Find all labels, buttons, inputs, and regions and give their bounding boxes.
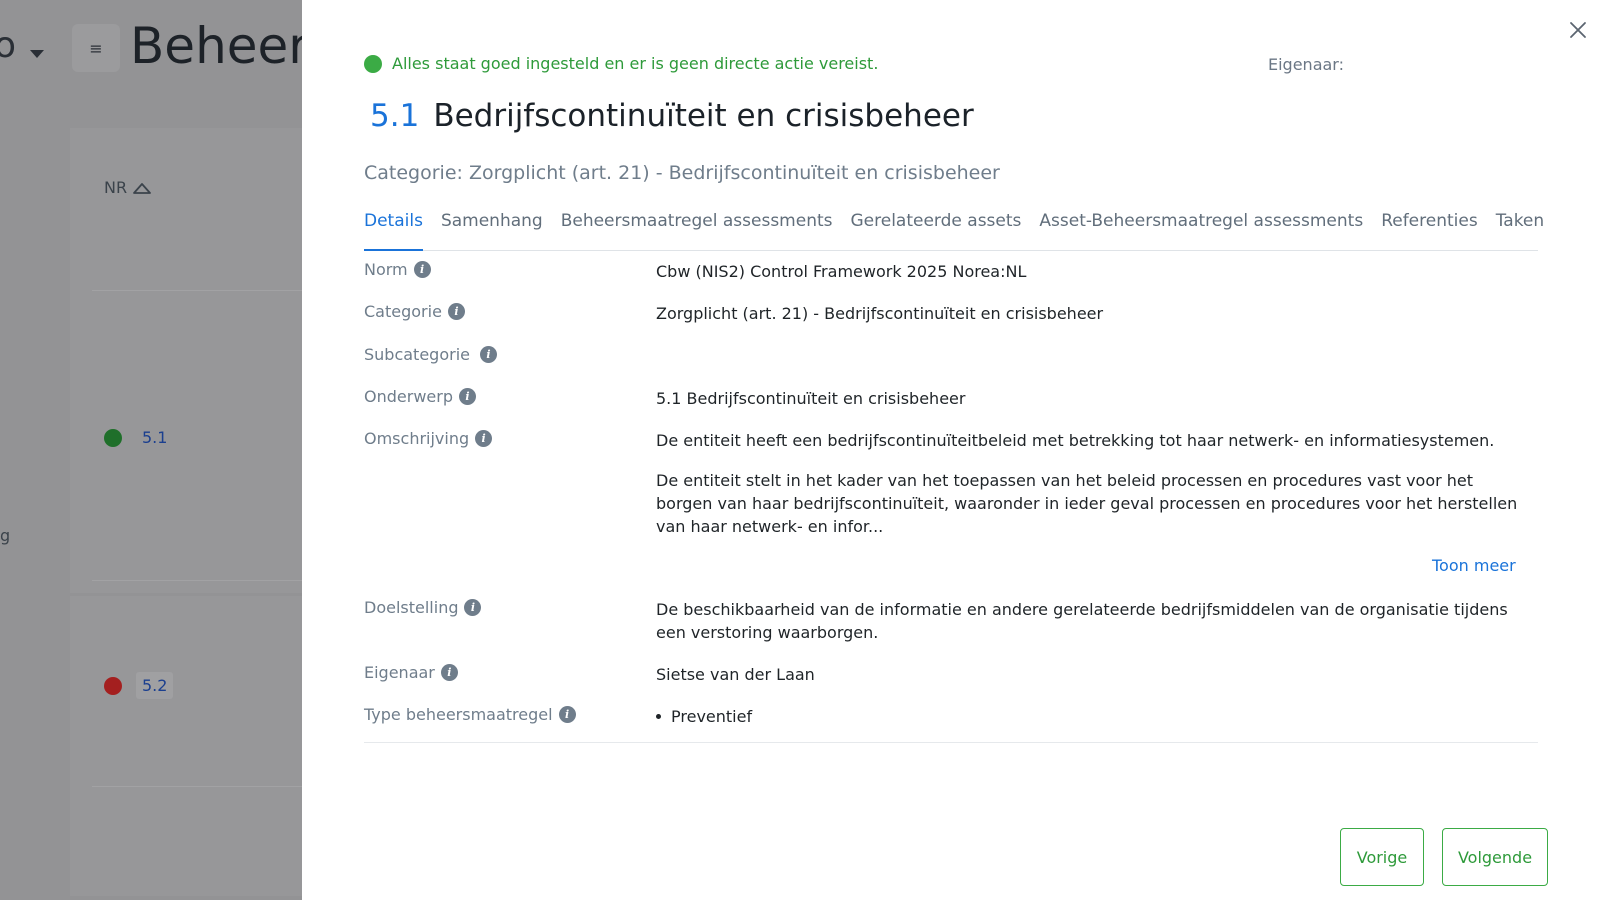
detail-label: Norm i [364, 260, 431, 279]
description-paragraph: De entiteit heeft een bedrijfscontinuïte… [656, 431, 1495, 450]
tab-taken[interactable]: Taken [1496, 207, 1544, 251]
info-icon[interactable]: i [447, 303, 465, 320]
detail-label-text: Norm [364, 260, 408, 279]
row-nr-link[interactable]: 5.1 [136, 424, 173, 451]
detail-value: Zorgplicht (art. 21) - Bedrijfscontinuït… [656, 304, 1104, 323]
detail-value: De entiteit heeft een bedrijfscontinuïte… [656, 429, 1518, 538]
info-icon[interactable]: i [479, 346, 497, 363]
tab-bar: Details Samenhang Beheersmaatregel asses… [364, 207, 1544, 251]
tab-referenties[interactable]: Referenties [1381, 207, 1478, 251]
type-list-item: Preventief [656, 705, 1518, 728]
description-paragraph: De entiteit stelt in het kader van het t… [656, 471, 1518, 536]
detail-label-text: Categorie [364, 302, 442, 321]
detail-label: Categorie i [364, 302, 465, 321]
detail-value: Sietse van der Laan [656, 665, 815, 684]
caret-down-icon[interactable] [30, 50, 44, 58]
status-dot [104, 428, 122, 447]
detail-label: Omschrijving i [364, 429, 493, 448]
detail-value: Preventief [656, 705, 1518, 728]
info-icon[interactable]: i [558, 706, 576, 723]
detail-value: 5.1 Bedrijfscontinuïteit en crisisbeheer [656, 389, 966, 408]
type-value: Preventief [671, 707, 753, 726]
detail-label: Type beheersmaatregel i [364, 705, 576, 724]
next-button[interactable]: Volgende [1442, 828, 1548, 886]
previous-button[interactable]: Vorige [1340, 828, 1424, 886]
table-card [70, 596, 302, 896]
owner-header-label: Eigenaar: [1268, 55, 1344, 74]
close-button[interactable] [1566, 18, 1590, 42]
info-icon[interactable]: i [475, 430, 493, 447]
show-more-link[interactable]: Toon meer [1432, 556, 1516, 575]
tab-asset-beheersmaatregel-assessments[interactable]: Asset-Beheersmaatregel assessments [1039, 207, 1363, 251]
status-dot [104, 676, 122, 695]
detail-label: Eigenaar i [364, 663, 458, 682]
info-icon[interactable]: i [413, 261, 431, 278]
sort-ascending-icon [133, 182, 151, 194]
info-icon[interactable]: i [464, 599, 482, 616]
tab-details[interactable]: Details [364, 207, 423, 251]
detail-value: Cbw (NIS2) Control Framework 2025 Norea:… [656, 262, 1027, 281]
control-title: Bedrijfscontinuïteit en crisisbeheer [433, 98, 974, 134]
truncated-text: g [0, 526, 11, 545]
tab-beheersmaatregel-assessments[interactable]: Beheersmaatregel assessments [561, 207, 833, 251]
row-divider [92, 290, 302, 291]
page-title: 5.1 Bedrijfscontinuïteit en crisisbeheer [370, 98, 974, 134]
status-text: Alles staat goed ingesteld en er is geen… [392, 54, 879, 73]
detail-label-text: Onderwerp [364, 387, 453, 406]
divider [364, 742, 1538, 743]
table-row[interactable]: 5.1 [104, 424, 173, 451]
hamburger-icon: ≡ [89, 38, 103, 58]
detail-label: Doelstelling i [364, 598, 482, 617]
background-page: o ≡ Beheers NR 5.1 5.2 g [0, 0, 335, 900]
detail-drawer: Alles staat goed ingesteld en er is geen… [302, 0, 1600, 900]
detail-label-text: Type beheersmaatregel [364, 705, 553, 724]
close-icon [1570, 22, 1586, 38]
column-header-nr[interactable]: NR [104, 178, 151, 197]
detail-label-text: Subcategorie [364, 345, 470, 364]
info-icon[interactable]: i [440, 664, 458, 681]
detail-label-text: Doelstelling [364, 598, 459, 617]
category-subtitle: Categorie: Zorgplicht (art. 21) - Bedrij… [364, 162, 1000, 184]
detail-label: Subcategorie i [364, 345, 497, 364]
status-message: Alles staat goed ingesteld en er is geen… [364, 54, 878, 73]
row-divider [92, 580, 302, 581]
detail-label: Onderwerp i [364, 387, 476, 406]
background-dropdown[interactable]: o [0, 28, 16, 64]
detail-label-text: Omschrijving [364, 429, 470, 448]
detail-value: De beschikbaarheid van de informatie en … [656, 600, 1508, 642]
menu-button[interactable]: ≡ [72, 24, 120, 72]
column-header-label: NR [104, 178, 128, 197]
row-divider [92, 786, 302, 787]
control-number: 5.1 [370, 98, 420, 134]
row-nr-link[interactable]: 5.2 [136, 672, 174, 699]
table-card [70, 128, 302, 593]
detail-label-text: Eigenaar [364, 663, 435, 682]
tab-gerelateerde-assets[interactable]: Gerelateerde assets [851, 207, 1022, 251]
tab-samenhang[interactable]: Samenhang [441, 207, 543, 251]
info-icon[interactable]: i [458, 388, 476, 405]
status-dot [364, 54, 382, 73]
table-row[interactable]: 5.2 [104, 672, 174, 699]
